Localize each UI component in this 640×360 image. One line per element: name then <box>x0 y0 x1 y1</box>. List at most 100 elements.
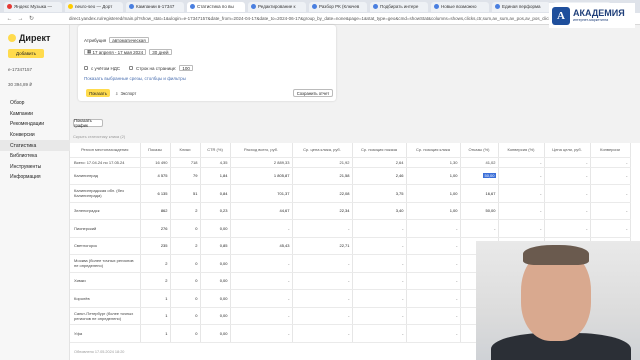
metric-cell: - <box>292 324 353 343</box>
back-icon[interactable]: ← <box>6 16 13 22</box>
url-field[interactable]: direct.yandex.ru/registered/main.pl?show… <box>69 16 569 21</box>
metric-cell: - <box>406 237 461 255</box>
browser-tab[interactable]: Единая перформа <box>492 1 550 12</box>
column-header[interactable]: Расход всего, руб. <box>230 143 293 158</box>
totals-cell: 16 490 <box>140 157 171 168</box>
save-report-button[interactable]: Сохранить отчет <box>293 89 333 97</box>
rows-checkbox[interactable] <box>129 66 134 70</box>
forward-icon[interactable]: → <box>17 16 24 22</box>
akademia-logo: А АКАДЕМИЯ интернет-маркетинга <box>549 3 635 28</box>
tab-title: Новые возможно <box>441 4 477 9</box>
account-login[interactable]: e-17347157 <box>8 67 69 72</box>
totals-row: Всего: 17.04.24 по 17.05.24 16 490 718 4,3… <box>70 157 631 168</box>
tab-favicon-icon <box>434 4 439 9</box>
date-range-value: 17 апреля - 17 мая 2024 <box>92 49 144 55</box>
direct-logo[interactable]: Директ <box>8 33 69 43</box>
metric-cell: 1,00 <box>406 202 461 220</box>
totals-cell: 21,92 <box>292 157 353 168</box>
rows-per-page-select[interactable]: 100 <box>179 65 193 71</box>
attribution-select[interactable]: автоматическая <box>109 37 149 43</box>
metric-cell: 0 <box>170 254 201 273</box>
add-button[interactable]: Добавить <box>8 49 44 58</box>
tab-favicon-icon <box>312 4 317 9</box>
metric-cell: - <box>406 219 461 238</box>
metric-cell: - <box>352 254 407 273</box>
column-header[interactable]: Клики <box>170 143 201 158</box>
metric-cell: - <box>292 219 353 238</box>
region-cell: Светлогорск <box>70 237 141 255</box>
column-header[interactable]: Отказы (%) <box>460 143 499 158</box>
metric-cell: - <box>230 324 293 343</box>
metric-cell: 16,67 <box>460 184 499 203</box>
hidden-stats-note[interactable]: Скрыть статистику клика (2) <box>73 134 125 139</box>
metric-cell: 0,84 <box>200 184 231 203</box>
metric-cell: - <box>544 219 591 238</box>
metric-cell: - <box>230 289 293 308</box>
attribution-row: Атрибуция автоматическая <box>84 37 149 43</box>
export-button[interactable]: ⇩ Экспорт <box>115 89 136 97</box>
tab-favicon-icon <box>68 4 73 9</box>
table-row: Калининградская обл. (без Калининграда) 6… <box>70 184 631 203</box>
tab-title: Подбирать интере <box>380 4 419 9</box>
column-header[interactable]: Ср. позиция клика <box>406 143 461 158</box>
column-header[interactable]: Конверсии <box>590 143 631 158</box>
update-time-note: Обновлено 17.05.2024 18:20 <box>74 350 125 354</box>
totals-cell: 718 <box>170 157 201 168</box>
sidebar-item[interactable]: Рекомендации <box>8 119 69 130</box>
column-header[interactable]: Показы <box>140 143 171 158</box>
sidebar-item[interactable]: Статистика <box>0 140 70 151</box>
table-row: Пионерский 276 0 0,00- - - - - - - - <box>70 219 631 238</box>
browser-tab[interactable]: Редактирование к <box>248 1 306 12</box>
show-chart-button[interactable]: Показать график <box>73 118 103 128</box>
period-select[interactable]: 30 дней <box>149 49 172 55</box>
address-bar: ← → ↻ direct.yandex.ru/registered/main.p… <box>0 13 640 25</box>
presenter-webcam <box>476 241 640 360</box>
metric-cell: - <box>292 307 353 325</box>
browser-tab[interactable]: Кампании в-17347 <box>126 1 184 12</box>
column-header[interactable]: Конверсия (%) <box>498 143 545 158</box>
browser-tab[interactable]: Новые возможно <box>431 1 489 12</box>
sidebar-menu: Обзор Кампании Рекомендации Конверсии Статис… <box>0 98 70 183</box>
reload-icon[interactable]: ↻ <box>28 15 35 22</box>
metric-cell: - <box>460 219 499 238</box>
sidebar-item[interactable]: Кампании <box>8 109 69 120</box>
metric-cell: 50,00 <box>460 167 499 185</box>
tab-title: Единая перформа <box>502 4 541 9</box>
tab-favicon-icon <box>495 4 500 9</box>
metric-cell: - <box>292 289 353 308</box>
column-header[interactable]: CTR (%) <box>200 143 231 158</box>
column-header[interactable]: Регион местонахождения <box>70 143 141 158</box>
metric-cell: - <box>590 184 631 203</box>
sidebar-item[interactable]: Информация <box>8 172 69 183</box>
date-range-picker[interactable]: ▦ 17 апреля - 17 мая 2024 <box>84 49 147 55</box>
column-header[interactable]: Ср. позиция показа <box>352 143 407 158</box>
metric-cell: - <box>230 307 293 325</box>
metric-cell: 0,00 <box>200 219 231 238</box>
browser-tab[interactable]: Статистика по вы <box>187 1 245 12</box>
columns-link[interactable]: Показать выбранные срезы, столбцы и филь… <box>84 76 186 81</box>
column-header[interactable]: Цена цели, руб. <box>544 143 591 158</box>
totals-cell: 4,35 <box>200 157 231 168</box>
metric-cell: - <box>544 202 591 220</box>
totals-cell: 41,02 <box>460 157 499 168</box>
browser-tab[interactable]: neuro-seo — Дорт <box>65 1 123 12</box>
rows-per-page-label: Строк на странице: <box>136 65 177 71</box>
metric-cell: 22,34 <box>292 202 353 220</box>
sidebar-item[interactable]: Конверсии <box>8 130 69 141</box>
metric-cell: 1,84 <box>200 167 231 185</box>
browser-tab[interactable]: Подбирать интере <box>370 1 428 12</box>
metric-cell: 22,71 <box>292 237 353 255</box>
show-report-button[interactable]: Показать <box>86 89 110 97</box>
sidebar-item[interactable]: Инструменты <box>8 162 69 173</box>
sidebar-item[interactable]: Библиотека <box>8 151 69 162</box>
metric-cell: 2 <box>140 272 171 290</box>
browser-tab[interactable]: Разбор РК (Ключев <box>309 1 367 12</box>
metric-cell: - <box>292 272 353 290</box>
region-cell: Пионерский <box>70 219 141 238</box>
options-row: с учётом НДС Строк на странице: 100 <box>84 65 193 71</box>
column-header[interactable]: Ср. цена клика, руб. <box>292 143 353 158</box>
region-cell: Калининград <box>70 167 141 185</box>
vat-checkbox[interactable] <box>84 66 88 70</box>
sidebar-item[interactable]: Обзор <box>8 98 69 109</box>
browser-tab[interactable]: Яндекс Музыка — <box>4 1 62 12</box>
